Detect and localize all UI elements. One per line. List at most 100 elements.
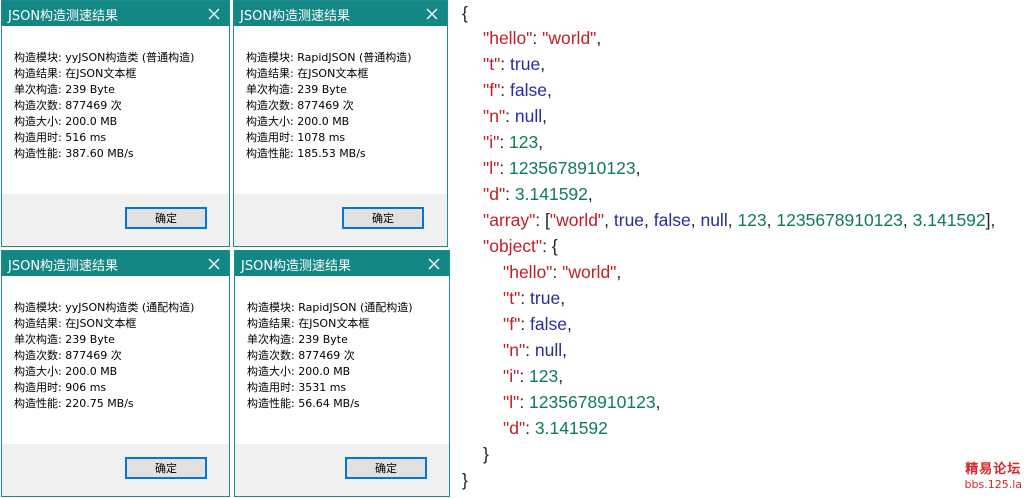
result-line: 构造大小: 200.0 MB: [246, 115, 350, 128]
result-line: 构造模块: yyJSON构造类 (通配构造): [14, 301, 195, 314]
json-line: "object": {: [483, 236, 558, 256]
json-key: "object": [483, 236, 543, 256]
close-icon[interactable]: [199, 1, 229, 26]
dialog-yyjson-normal: JSON构造测速结果 构造模块: yyJSON构造类 (普通构造) 构造结果: …: [1, 0, 230, 247]
result-line: 构造用时: 906 ms: [14, 381, 107, 394]
dialog-rapidjson-generic: JSON构造测速结果 构造模块: RapidJSON (通配构造) 构造结果: …: [234, 250, 450, 497]
json-key: "f": [483, 80, 501, 100]
result-line: 构造模块: RapidJSON (通配构造): [247, 301, 413, 314]
json-key: "l": [483, 158, 500, 178]
json-line: "f": false,: [483, 80, 552, 100]
json-key: "d": [483, 184, 506, 204]
json-number: 123: [529, 366, 559, 386]
dialog-titlebar[interactable]: JSON构造测速结果: [234, 1, 447, 26]
json-key: "hello": [483, 28, 533, 48]
json-null: null: [700, 210, 728, 230]
dialog-body: 构造模块: RapidJSON (通配构造) 构造结果: 在JSON文本框 单次…: [235, 276, 449, 444]
result-line: 构造性能: 220.75 MB/s: [14, 397, 134, 410]
dialog-footer: 确定: [234, 194, 447, 246]
json-line: "array": ["world", true, false, null, 12…: [483, 210, 996, 230]
close-icon[interactable]: [417, 1, 447, 26]
ok-button[interactable]: 确定: [125, 457, 207, 479]
json-key: "l": [503, 392, 520, 412]
result-line: 单次构造: 239 Byte: [14, 333, 115, 346]
dialog-titlebar[interactable]: JSON构造测速结果: [235, 251, 449, 276]
json-bool: true: [530, 288, 561, 308]
dialog-footer: 确定: [235, 444, 449, 496]
dialog-footer: 确定: [2, 444, 229, 496]
json-line: "f": false,: [503, 314, 572, 334]
watermark-title: 精易论坛: [965, 462, 1022, 477]
json-close-brace: }: [462, 470, 468, 490]
json-key: "t": [483, 54, 501, 74]
forum-watermark: 精易论坛 bbs.125.la: [965, 462, 1022, 492]
ok-button[interactable]: 确定: [342, 207, 424, 229]
json-number: 1235678910123: [509, 158, 636, 178]
result-line: 构造结果: 在JSON文本框: [14, 67, 137, 80]
result-line: 构造大小: 200.0 MB: [14, 115, 118, 128]
dialog-titlebar[interactable]: JSON构造测速结果: [2, 251, 229, 276]
json-key: "hello": [503, 262, 553, 282]
json-string: "world": [549, 210, 605, 230]
result-line: 构造用时: 1078 ms: [246, 131, 346, 144]
json-number: 3.141592: [534, 418, 608, 438]
close-icon[interactable]: [419, 251, 449, 276]
result-line: 构造次数: 877469 次: [14, 99, 122, 112]
json-key: "i": [483, 132, 500, 152]
json-string: "world": [542, 28, 597, 48]
json-inner-close-brace: }: [483, 444, 489, 464]
json-line: "t": true,: [483, 54, 546, 74]
json-key: "n": [503, 340, 526, 360]
result-line: 构造用时: 3531 ms: [247, 381, 347, 394]
dialog-titlebar[interactable]: JSON构造测速结果: [2, 1, 229, 26]
json-key: "d": [503, 418, 526, 438]
json-line: "t": true,: [503, 288, 566, 308]
json-number: 1235678910123: [776, 210, 903, 230]
result-line: 构造模块: yyJSON构造类 (普通构造): [14, 51, 195, 64]
result-line: 构造次数: 877469 次: [14, 349, 122, 362]
result-line: 构造用时: 516 ms: [14, 131, 107, 144]
ok-button[interactable]: 确定: [125, 207, 207, 229]
json-text-view[interactable]: { "hello": "world", "t": true, "f": fals…: [461, 0, 1034, 498]
result-line: 构造性能: 387.60 MB/s: [14, 147, 134, 160]
dialog-body: 构造模块: yyJSON构造类 (普通构造) 构造结果: 在JSON文本框 单次…: [2, 26, 229, 194]
json-line: "i": 123,: [483, 132, 544, 152]
result-line: 构造次数: 877469 次: [247, 349, 355, 362]
result-line: 构造大小: 200.0 MB: [14, 365, 118, 378]
result-line: 单次构造: 239 Byte: [247, 333, 348, 346]
watermark-url: bbs.125.la: [964, 478, 1022, 491]
close-icon[interactable]: [199, 251, 229, 276]
dialog-title: JSON构造测速结果: [240, 9, 351, 24]
result-line: 构造结果: 在JSON文本框: [247, 317, 370, 330]
json-null: null: [514, 106, 543, 126]
dialog-title: JSON构造测速结果: [241, 259, 352, 274]
json-bool: false: [653, 210, 691, 230]
dialog-title: JSON构造测速结果: [8, 9, 119, 24]
result-line: 构造结果: 在JSON文本框: [14, 317, 137, 330]
json-line: "n": null,: [483, 106, 548, 126]
json-line: "hello": "world",: [483, 28, 602, 48]
dialog-yyjson-generic: JSON构造测速结果 构造模块: yyJSON构造类 (通配构造) 构造结果: …: [1, 250, 230, 497]
json-key: "i": [503, 366, 520, 386]
json-null: null: [534, 340, 563, 360]
json-line: "d": 3.141592: [503, 418, 608, 438]
json-line: "hello": "world",: [503, 262, 622, 282]
result-line: 构造性能: 56.64 MB/s: [247, 397, 360, 410]
json-bool: false: [530, 314, 567, 334]
json-line: "d": 3.141592,: [483, 184, 593, 204]
result-line: 构造性能: 185.53 MB/s: [246, 147, 366, 160]
json-key: "n": [483, 106, 506, 126]
json-number: 3.141592: [514, 184, 588, 204]
json-number: 3.141592: [912, 210, 986, 230]
result-line: 单次构造: 239 Byte: [246, 83, 347, 96]
json-string: "world": [562, 262, 617, 282]
json-number: 123: [509, 132, 539, 152]
ok-button[interactable]: 确定: [345, 457, 427, 479]
result-line: 构造大小: 200.0 MB: [247, 365, 351, 378]
dialog-body: 构造模块: RapidJSON (普通构造) 构造结果: 在JSON文本框 单次…: [234, 26, 447, 194]
json-line: "l": 1235678910123,: [483, 158, 641, 178]
json-bool: true: [510, 54, 541, 74]
dialog-rapidjson-normal: JSON构造测速结果 构造模块: RapidJSON (普通构造) 构造结果: …: [233, 0, 448, 247]
json-line: "n": null,: [503, 340, 568, 360]
json-number: 1235678910123: [529, 392, 656, 412]
